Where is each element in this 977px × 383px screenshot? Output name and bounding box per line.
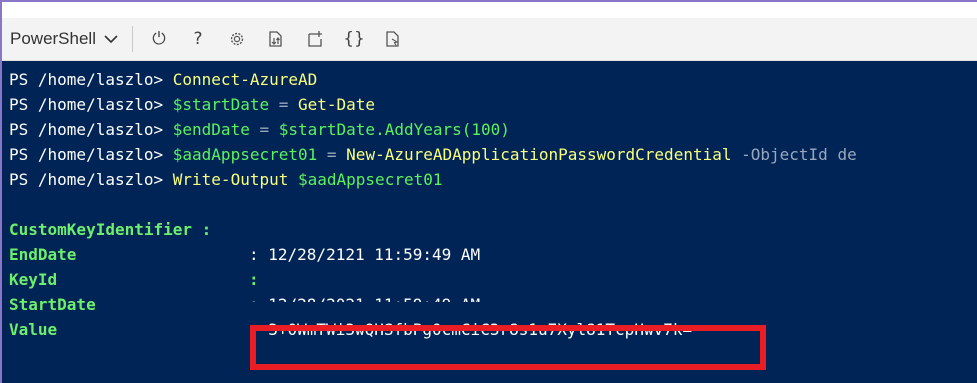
toolbar-divider xyxy=(132,26,133,52)
chevron-down-icon xyxy=(104,35,118,44)
prompt: PS /home/laszlo> xyxy=(9,70,164,89)
command-text: New-AzureADApplicationPasswordCredential xyxy=(346,145,732,164)
property-separator: : xyxy=(249,295,269,314)
prompt: PS /home/laszlo> xyxy=(9,95,164,114)
web-preview-icon[interactable] xyxy=(383,29,403,49)
property-name: EndDate xyxy=(9,245,77,264)
command-line: PS /home/laszlo> Write-Output $aadAppsec… xyxy=(9,167,977,192)
operator: = xyxy=(249,120,279,139)
cloud-shell-window: PowerShell ⏻ ? {} PS /home/laszlo> Conne… xyxy=(0,0,977,383)
argument-text: $aadAppsecret01 xyxy=(288,170,443,189)
output-row: KeyId: xyxy=(9,267,977,292)
property-separator: : xyxy=(192,220,212,239)
command-text: Write-Output xyxy=(172,170,289,189)
settings-icon[interactable] xyxy=(227,29,247,49)
shell-selector-dropdown[interactable]: PowerShell xyxy=(10,29,118,49)
new-window-icon xyxy=(308,31,322,47)
property-name: CustomKeyIdentifier xyxy=(9,220,193,239)
command-line: PS /home/laszlo> Connect-AzureAD xyxy=(9,67,977,92)
file-transfer-icon xyxy=(269,31,282,47)
expression-text: $startDate.AddYears(100) xyxy=(278,120,510,139)
prompt: PS /home/laszlo> xyxy=(9,120,164,139)
property-value: 12/28/2121 11:59:49 AM xyxy=(268,245,481,264)
shell-selector-label: PowerShell xyxy=(10,29,96,48)
command-line: PS /home/laszlo> $endDate = $startDate.A… xyxy=(9,117,977,142)
command-text: Connect-AzureAD xyxy=(172,70,318,89)
variable-name: $endDate xyxy=(172,120,250,139)
output-row: EndDate: 12/28/2121 11:59:49 AM xyxy=(9,242,977,267)
gear-icon xyxy=(230,32,244,46)
braces-icon[interactable]: {} xyxy=(343,29,365,49)
parameter-text: -ObjectId de xyxy=(731,145,857,164)
command-line: PS /home/laszlo> $aadAppsecret01 = New-A… xyxy=(9,142,977,167)
variable-name: $aadAppsecret01 xyxy=(172,145,318,164)
property-separator: : xyxy=(249,270,259,289)
help-icon[interactable]: ? xyxy=(188,29,208,49)
property-name: StartDate xyxy=(9,295,96,314)
cloud-shell-toolbar: PowerShell ⏻ ? {} xyxy=(2,18,977,61)
property-value: 12/28/2021 11:59:49 AM xyxy=(268,295,481,314)
command-line: PS /home/laszlo> $startDate = Get-Date xyxy=(9,92,977,117)
property-name: Value xyxy=(9,320,58,339)
property-separator: : xyxy=(249,245,269,264)
upload-download-icon[interactable] xyxy=(266,29,286,49)
secret-highlight-box xyxy=(250,325,766,370)
output-row: CustomKeyIdentifier : xyxy=(9,217,977,242)
command-text: Get-Date xyxy=(298,95,376,114)
new-session-icon[interactable] xyxy=(305,29,325,49)
variable-name: $startDate xyxy=(172,95,270,114)
power-icon[interactable]: ⏻ xyxy=(149,29,169,49)
document-preview-icon xyxy=(386,31,399,47)
property-name: KeyId xyxy=(9,270,58,289)
operator: = xyxy=(317,145,347,164)
prompt: PS /home/laszlo> xyxy=(9,170,164,189)
prompt: PS /home/laszlo> xyxy=(9,145,164,164)
output-row: StartDate: 12/28/2021 11:59:49 AM xyxy=(9,292,977,317)
operator: = xyxy=(269,95,298,114)
